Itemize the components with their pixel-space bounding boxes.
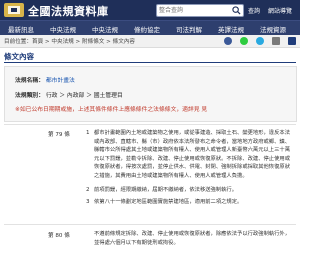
print-icon[interactable] [271,37,280,45]
search-icon[interactable] [232,6,241,15]
logo-icon[interactable] [4,3,24,17]
paragraph-number: 3 [86,199,90,205]
article-number[interactable]: 第 80 條 [48,231,70,239]
divider [4,124,296,125]
site-header: 全國法規資料庫 查詢 網站導覽 [0,0,300,20]
breadcrumb[interactable]: 目前位置：首頁 > 中央法規 > 附條條文 > 條文內容 [4,37,135,45]
paragraph-text: 都市計畫範圍內土地或建築物之使用，或從事建造、採取土石、變更地形，違反本法或內政… [94,130,290,179]
paragraph-text: 前項罰鍰，經限期繳納，屆期不繳納者，依法移送強制執行。 [94,187,238,193]
law-name-row: 法規名稱： 都市計畫法 [15,75,75,84]
facebook-icon[interactable] [223,37,232,45]
law-name-link[interactable]: 都市計畫法 [46,78,75,84]
main-nav: 最新訊息 中央法規 中央法規 條約協定 司法判解 英譯法規 法規資源 [0,20,300,36]
line-icon[interactable] [239,37,248,45]
share-tools [221,37,296,45]
divider [4,224,296,225]
font-size-icon[interactable] [288,37,296,45]
nav-item-judicial[interactable]: 司法判解 [176,24,202,34]
article-79: 第 79 條 1 都市計畫範圍內土地或建築物之使用，或從事建造、採取土石、變更地… [4,128,296,212]
law-name-label: 法規名稱： [15,78,44,84]
paragraph-text: 不遵前條規定拆除、改建、停止使用或恢復原狀者，除應依法予以行政強制執行外，並得處… [94,231,290,246]
header-link-sitemap[interactable]: 網站導覽 [268,6,292,15]
law-category-value: 行政 ＞ 內政部 ＞ 國土管理目 [45,93,123,99]
article-80: 第 80 條 不遵前條規定拆除、改建、停止使用或恢復原狀者，除應依法予以行政強制… [4,229,296,259]
law-category-row: 法規類別： 行政 ＞ 內政部 ＞ 國土管理目 [15,90,123,99]
law-info-box: 法規名稱： 都市計畫法 法規類別： 行政 ＞ 內政部 ＞ 國土管理目 ※如已公布… [4,66,297,122]
page-title: 條文內容 [4,52,34,61]
nav-item-english[interactable]: 英譯法規 [218,24,244,34]
nav-item-central-laws[interactable]: 中央法規 [50,24,76,34]
breadcrumb-bar: 目前位置：首頁 > 中央法規 > 附條條文 > 條文內容 [0,35,300,48]
search-box[interactable] [156,4,244,17]
site-title[interactable]: 全國法規資料庫 [28,3,109,19]
twitter-icon[interactable] [255,37,264,45]
article-number[interactable]: 第 79 條 [48,130,70,138]
nav-item-resources[interactable]: 法規資源 [260,24,286,34]
search-input[interactable] [159,5,229,16]
law-category-label: 法規類別： [15,93,44,99]
title-divider [4,62,296,63]
header-link-query[interactable]: 查詢 [248,6,260,15]
nav-item-local-laws[interactable]: 中央法規 [92,24,118,34]
paragraph-text: 依第八十一條劃定地區範圍實施禁建地區，適用前二項之規定。 [94,199,243,205]
paragraph-number: 2 [86,187,90,193]
paragraph-number: 1 [86,130,90,136]
law-note: ※如已公布日期期或施，上述其條件條件上應條條件之法條條文，適詳見 見 [15,107,208,113]
nav-item-treaties[interactable]: 條約協定 [134,24,160,34]
nav-item-news[interactable]: 最新訊息 [8,24,34,34]
